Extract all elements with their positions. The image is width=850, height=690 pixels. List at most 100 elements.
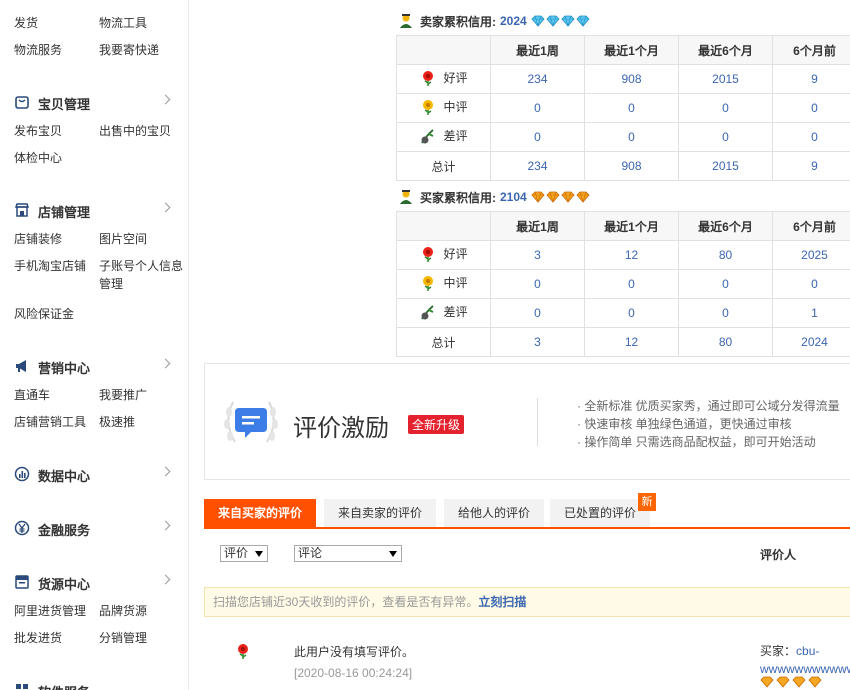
table-cell[interactable]: 3 [490,240,585,270]
yellow-flower-icon [423,275,434,291]
reviewer-column-header: 评价人 [760,548,797,562]
table-cell[interactable]: 0 [678,122,773,152]
table-cell[interactable]: 12 [584,240,679,270]
sidebar-section-header[interactable]: 营销中心 [0,356,188,376]
review-tabs: 来自买家的评价 来自卖家的评价 给他人的评价 已处置的评价 新 [204,493,850,529]
seller-credit-score[interactable]: 2024 [500,14,527,28]
blue-diamond-icon [546,15,560,27]
sidebar-section-header[interactable]: 店铺管理 [0,200,188,220]
sidebar-link-brand-supply[interactable]: 品牌货源 [99,602,147,620]
table-cell[interactable]: 2025 [772,240,850,270]
sidebar-section-title: 营销中心 [38,361,91,376]
table-row-bad: 差评 0 0 0 1 [396,298,850,328]
sidebar-link-ali-purchase[interactable]: 阿里进货管理 [14,602,86,620]
sidebar-link-logistics-service[interactable]: 物流服务 [14,41,62,59]
sidebar: 发货 物流工具 物流服务 我要寄快递 宝贝管理 发布宝贝 出售中的宝贝 体检中心… [0,0,189,690]
filter-row: 评价 评论 评价人 [204,536,850,572]
sidebar-link-on-sale[interactable]: 出售中的宝贝 [99,122,171,140]
sidebar-link-marketing-tools[interactable]: 店铺营销工具 [14,413,86,431]
sidebar-section-header[interactable]: 货源中心 [0,572,188,592]
tab-handled[interactable]: 已处置的评价 [550,499,650,527]
table-cell[interactable]: 0 [490,298,585,328]
buyer-name-link-cont[interactable]: wwwwwwwwwwwww [760,662,850,676]
rating-label-text: 差评 [443,129,468,143]
table-cell[interactable]: 80 [678,327,773,357]
rating-select[interactable]: 评价 [220,545,268,562]
box-icon [15,575,29,589]
table-cell[interactable]: 3 [490,327,585,357]
table-cell[interactable]: 908 [584,64,679,94]
buyer-rank-gems [760,676,824,688]
table-cell[interactable]: 0 [490,122,585,152]
table-cell[interactable]: 9 [772,64,850,94]
table-cell[interactable]: 908 [584,151,679,181]
sidebar-link-deposit[interactable]: 风险保证金 [14,305,74,323]
table-cell[interactable]: 0 [584,269,679,299]
sidebar-section-header[interactable]: 金融服务 [0,518,188,538]
sidebar-link-decorate[interactable]: 店铺装修 [14,230,62,248]
table-cell[interactable]: 2024 [772,327,850,357]
sidebar-section-header[interactable]: 数据中心 [0,464,188,484]
blue-diamond-icon [531,15,545,27]
sidebar-link-subaccount[interactable]: 子账号个人信息管理 [99,257,187,293]
rating-label: 好评 [419,69,468,87]
sidebar-link-logistics-tools[interactable]: 物流工具 [99,14,147,32]
sidebar-link-promote[interactable]: 我要推广 [99,386,147,404]
review-text: 此用户没有填写评价。 [294,645,415,659]
table-cell[interactable]: 0 [772,269,850,299]
laurel-chat-icon [224,401,278,443]
tab-given-to-others[interactable]: 给他人的评价 [444,499,544,527]
buyer-credit-score[interactable]: 2104 [500,190,527,204]
sidebar-link-fast-promote[interactable]: 极速推 [99,413,135,431]
sidebar-link-ztc[interactable]: 直通车 [14,386,50,404]
orange-diamond-icon [792,676,806,688]
table-cell[interactable]: 12 [584,327,679,357]
sidebar-section-header[interactable]: 宝贝管理 [0,92,188,112]
sidebar-link-wholesale[interactable]: 批发进货 [14,629,62,647]
table-cell[interactable]: 234 [490,64,585,94]
sidebar-link-distribution[interactable]: 分销管理 [99,629,147,647]
sidebar-link-publish[interactable]: 发布宝贝 [14,122,62,140]
table-cell[interactable]: 234 [490,151,585,181]
orange-diamond-icon [760,676,774,688]
review-incentive-banner[interactable]: 评价激励 全新升级 · 全新标准 优质买家秀，通过即可公域分发得流量 · 快速审… [204,363,850,480]
table-cell[interactable]: 0 [678,93,773,123]
tab-from-sellers[interactable]: 来自卖家的评价 [324,499,436,527]
sidebar-link-ship[interactable]: 发货 [14,14,38,32]
reviewer-info: 买家：cbu- wwwwwwwwwwwww [760,642,850,678]
buyer-credit-table: 最近1周 最近1个月 最近6个月 6个月前 好评 3 12 80 2025 中评… [396,211,850,357]
table-cell[interactable]: 1 [772,298,850,328]
table-cell[interactable]: 0 [490,269,585,299]
sidebar-link-send-express[interactable]: 我要寄快递 [99,41,159,59]
rating-label: 中评 [419,274,468,292]
sidebar-section-header[interactable]: 软件服务 [0,680,188,690]
sidebar-section-software: 软件服务 [0,680,188,690]
table-cell[interactable]: 0 [490,93,585,123]
table-row-good: 好评 3 12 80 2025 [396,240,850,270]
rating-label-text: 好评 [443,71,468,85]
tab-from-buyers[interactable]: 来自买家的评价 [204,499,316,527]
table-cell[interactable]: 2015 [678,64,773,94]
table-cell[interactable]: 0 [678,269,773,299]
user-icon [400,14,412,28]
table-cell[interactable]: 0 [584,122,679,152]
comment-select[interactable]: 评论 [294,545,402,562]
table-cell[interactable]: 0 [772,122,850,152]
seller-credit-header: 卖家累积信用: 2024 [398,11,591,31]
table-cell[interactable]: 0 [584,298,679,328]
table-header-cell: 最近6个月 [678,211,773,241]
table-cell[interactable]: 0 [678,298,773,328]
table-cell[interactable]: 2015 [678,151,773,181]
sidebar-link-image-space[interactable]: 图片空间 [99,230,147,248]
scan-now-link[interactable]: 立刻扫描 [478,595,526,609]
sidebar-link-health-check[interactable]: 体检中心 [14,149,62,167]
table-cell[interactable]: 9 [772,151,850,181]
review-date: [2020-08-16 00:24:24] [294,666,413,680]
sidebar-link-mobile-shop[interactable]: 手机淘宝店铺 [14,257,86,275]
buyer-name-link[interactable]: cbu- [796,644,819,658]
table-cell[interactable]: 0 [772,93,850,123]
wilted-flower-icon [421,304,435,319]
table-cell[interactable]: 80 [678,240,773,270]
table-cell[interactable]: 0 [584,93,679,123]
buyer-credit-header: 买家累积信用: 2104 [398,187,591,207]
